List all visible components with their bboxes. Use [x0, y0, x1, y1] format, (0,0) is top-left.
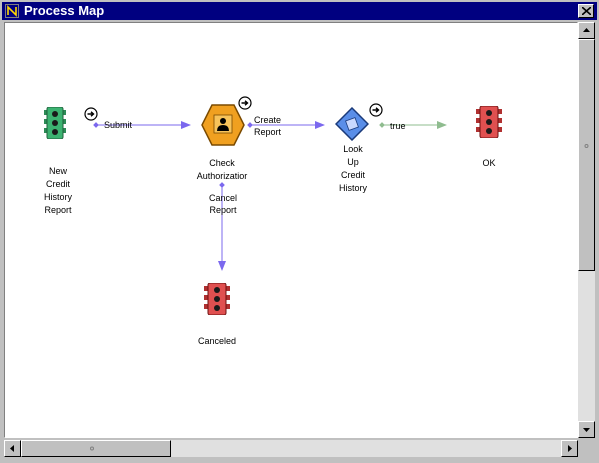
scroll-left-button[interactable] — [4, 440, 21, 457]
grip-icon — [584, 144, 589, 148]
label-line: Credit — [340, 170, 365, 180]
look-up-credit-history-node[interactable] — [335, 107, 369, 141]
grip-icon — [90, 446, 94, 451]
canceled-node[interactable] — [204, 283, 230, 315]
horizontal-scroll-thumb[interactable] — [21, 440, 171, 457]
title-bar[interactable]: Process Map — [2, 2, 597, 20]
label-line: New — [48, 166, 67, 176]
canceled-label: Canceled — [197, 336, 237, 346]
n-logo-icon — [5, 4, 19, 18]
process-map-canvas[interactable]: New Credit History Report Submit Check A… — [6, 24, 576, 436]
scroll-up-button[interactable] — [578, 22, 595, 39]
check-authorization-label: Check Authorizatior — [189, 157, 255, 183]
scroll-up-icon — [583, 28, 590, 32]
ok-label: OK — [482, 158, 496, 168]
label-line: Report — [209, 205, 237, 215]
look-up-credit-history-label: Look Up Credit History — [328, 143, 378, 195]
look-up-action-icon[interactable] — [369, 103, 383, 122]
process-map-canvas-frame: New Credit History Report Submit Check A… — [4, 22, 578, 438]
close-button[interactable] — [578, 4, 594, 18]
true-edge-label: true — [390, 121, 406, 131]
process-map-window: Process Map New Credit History Report Su… — [0, 0, 599, 463]
ok-node[interactable] — [476, 106, 502, 138]
window-title: Process Map — [24, 3, 105, 18]
submit-action-icon[interactable] — [84, 107, 98, 126]
scroll-right-button[interactable] — [561, 440, 578, 457]
horizontal-scrollbar[interactable] — [4, 440, 578, 457]
label-line: History — [43, 192, 72, 202]
label-line: Cancel — [208, 193, 237, 203]
new-credit-history-report-label: New Credit History Report — [33, 165, 83, 217]
close-icon — [582, 7, 591, 15]
label-line: Up — [347, 157, 359, 167]
label-line: Credit — [45, 179, 70, 189]
edges-layer — [93, 121, 447, 271]
new-credit-history-report-node[interactable] — [44, 107, 66, 139]
traffic-light-icon — [204, 283, 230, 315]
label-line: History — [338, 183, 367, 193]
label-line: Report — [44, 205, 72, 215]
scroll-left-icon — [10, 445, 14, 452]
label-line: Report — [254, 127, 282, 137]
traffic-light-icon — [476, 106, 502, 138]
check-authorization-action-icon[interactable] — [238, 96, 252, 115]
scroll-right-icon — [568, 445, 572, 452]
traffic-light-icon — [44, 107, 66, 139]
scroll-down-button[interactable] — [578, 421, 595, 438]
arrow-circle-icon — [238, 96, 252, 110]
label-line: Check — [209, 158, 235, 168]
label-line: Create — [254, 115, 282, 125]
label-line: Authorizatior — [196, 171, 248, 181]
arrow-circle-icon — [369, 103, 383, 117]
submit-edge-label: Submit — [104, 120, 133, 130]
scroll-down-icon — [583, 428, 590, 432]
vertical-scrollbar[interactable] — [578, 22, 595, 438]
label-line: Look — [343, 144, 363, 154]
activity-icon — [335, 107, 369, 141]
scrollbar-corner — [578, 440, 595, 457]
arrow-circle-icon — [84, 107, 98, 121]
vertical-scroll-thumb[interactable] — [578, 39, 595, 271]
cancel-report-edge-label: Cancel Report — [206, 192, 240, 216]
create-report-edge-label: Create Report — [254, 114, 281, 138]
